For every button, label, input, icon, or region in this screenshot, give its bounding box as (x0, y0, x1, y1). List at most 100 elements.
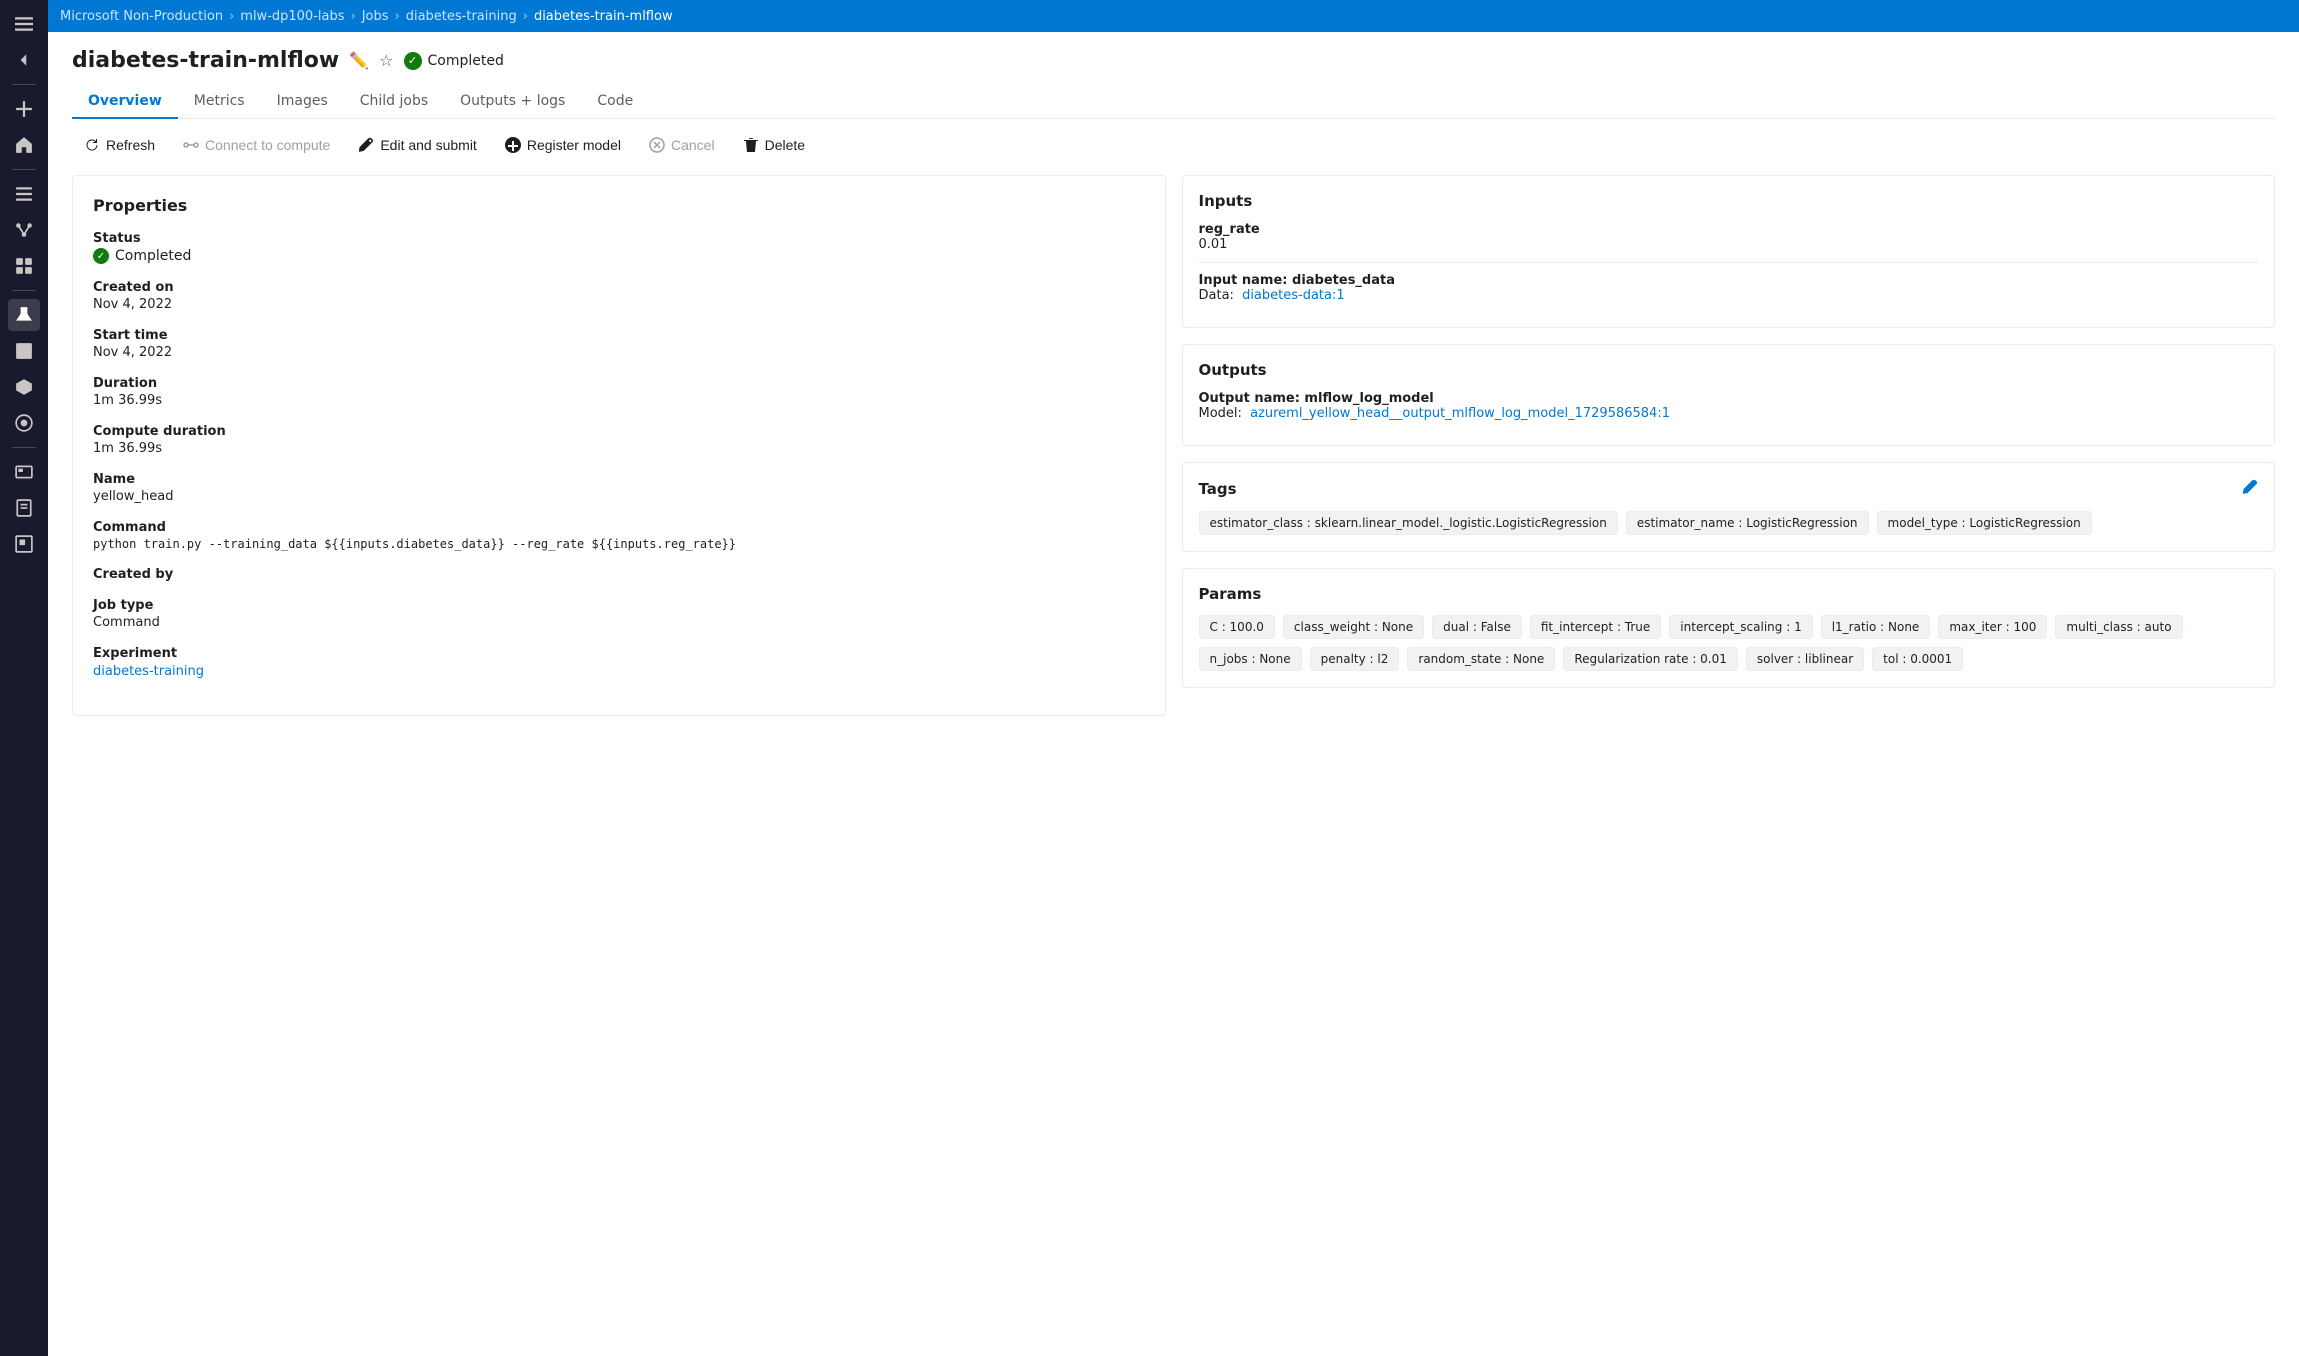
sidebar-divider-3 (12, 290, 36, 291)
prop-command-value: python train.py --training_data ${{input… (93, 537, 1145, 551)
tag-item: model_type : LogisticRegression (1877, 511, 2092, 535)
tags-title: Tags (1199, 479, 2259, 499)
param-item: class_weight : None (1283, 615, 1424, 639)
breadcrumb-item-current: diabetes-train-mlflow (534, 9, 673, 24)
breadcrumb-item-jobs[interactable]: Jobs (362, 9, 389, 24)
params-container: C : 100.0class_weight : Nonedual : False… (1199, 615, 2259, 671)
prop-start-time-value: Nov 4, 2022 (93, 345, 1145, 360)
input-name-row: Input name: diabetes_data Data: diabetes… (1199, 273, 2259, 303)
sidebar-divider-4 (12, 447, 36, 448)
tags-container: estimator_class : sklearn.linear_model._… (1199, 511, 2259, 535)
prop-created-on: Created on Nov 4, 2022 (93, 280, 1145, 312)
connect-icon (183, 137, 199, 153)
register-icon (505, 137, 521, 153)
output-name-row: Output name: mlflow_log_model Model: azu… (1199, 391, 2259, 421)
prop-created-by-label: Created by (93, 567, 1145, 582)
refresh-button[interactable]: Refresh (72, 131, 167, 159)
tab-outputs-logs[interactable]: Outputs + logs (444, 85, 581, 119)
param-item: Regularization rate : 0.01 (1563, 647, 1738, 671)
delete-button[interactable]: Delete (731, 131, 817, 159)
prop-name-value: yellow_head (93, 489, 1145, 504)
prop-job-type-value: Command (93, 615, 1145, 630)
back-icon[interactable] (8, 44, 40, 76)
experiments-icon[interactable] (8, 299, 40, 331)
prop-compute-duration: Compute duration 1m 36.99s (93, 424, 1145, 456)
page-title-row: diabetes-train-mlflow ✏️ ☆ Completed (72, 48, 2275, 73)
notebook-icon[interactable] (8, 492, 40, 524)
prop-name-label: Name (93, 472, 1145, 487)
overview-layout: Properties Status Completed Created on N… (72, 175, 2275, 716)
tab-child-jobs[interactable]: Child jobs (344, 85, 444, 119)
cancel-icon (649, 137, 665, 153)
prop-compute-duration-label: Compute duration (93, 424, 1145, 439)
param-item: dual : False (1432, 615, 1522, 639)
param-item: solver : liblinear (1746, 647, 1864, 671)
prop-status-value: Completed (93, 248, 1145, 264)
page-title: diabetes-train-mlflow (72, 48, 339, 73)
connect-compute-button[interactable]: Connect to compute (171, 131, 342, 159)
refresh-icon (84, 137, 100, 153)
components-icon[interactable] (8, 250, 40, 282)
outputs-title: Outputs (1199, 361, 2259, 379)
param-item: max_iter : 100 (1938, 615, 2047, 639)
breadcrumb-item-workspace[interactable]: mlw-dp100-labs (240, 9, 344, 24)
status-badge: Completed (404, 52, 504, 70)
breadcrumb-sep-4: › (523, 9, 528, 24)
input-name-label: Input name: diabetes_data (1199, 273, 2259, 288)
cancel-button[interactable]: Cancel (637, 131, 727, 159)
reg-rate-row: reg_rate 0.01 (1199, 222, 2259, 252)
prop-created-on-value: Nov 4, 2022 (93, 297, 1145, 312)
breadcrumb: Microsoft Non-Production › mlw-dp100-lab… (60, 9, 673, 24)
param-item: l1_ratio : None (1821, 615, 1931, 639)
prop-status-text: Completed (115, 248, 191, 264)
inputs-separator (1199, 262, 2259, 263)
param-item: random_state : None (1407, 647, 1555, 671)
edit-submit-button[interactable]: Edit and submit (346, 131, 489, 159)
compute-icon[interactable] (8, 456, 40, 488)
edit-title-icon[interactable]: ✏️ (349, 51, 369, 70)
prop-name: Name yellow_head (93, 472, 1145, 504)
right-panel: Inputs reg_rate 0.01 Input name: diabete… (1182, 175, 2276, 688)
external-link-icon[interactable] (8, 528, 40, 560)
tag-item: estimator_name : LogisticRegression (1626, 511, 1869, 535)
properties-title: Properties (93, 196, 1145, 215)
tags-edit-icon[interactable] (2242, 479, 2258, 499)
jobs-icon[interactable] (8, 178, 40, 210)
prop-job-type-label: Job type (93, 598, 1145, 613)
prop-command-label: Command (93, 520, 1145, 535)
endpoints-icon[interactable] (8, 407, 40, 439)
prop-experiment-label: Experiment (93, 646, 1145, 661)
outputs-card: Outputs Output name: mlflow_log_model Mo… (1182, 344, 2276, 446)
prop-start-time: Start time Nov 4, 2022 (93, 328, 1145, 360)
tab-images[interactable]: Images (261, 85, 344, 119)
prop-experiment: Experiment diabetes-training (93, 646, 1145, 679)
register-model-button[interactable]: Register model (493, 131, 633, 159)
reg-rate-value: 0.01 (1199, 237, 2259, 252)
add-icon[interactable] (8, 93, 40, 125)
output-name-label: Output name: mlflow_log_model (1199, 391, 2259, 406)
home-icon[interactable] (8, 129, 40, 161)
reg-rate-label: reg_rate (1199, 222, 2259, 237)
tab-overview[interactable]: Overview (72, 85, 178, 119)
models-icon[interactable] (8, 371, 40, 403)
datasets-icon[interactable] (8, 335, 40, 367)
tab-code[interactable]: Code (581, 85, 649, 119)
favorite-icon[interactable]: ☆ (379, 51, 393, 70)
menu-icon[interactable] (8, 8, 40, 40)
prop-compute-duration-value: 1m 36.99s (93, 441, 1145, 456)
breadcrumb-item-tenant[interactable]: Microsoft Non-Production (60, 9, 223, 24)
pipelines-icon[interactable] (8, 214, 40, 246)
param-item: fit_intercept : True (1530, 615, 1661, 639)
breadcrumb-item-experiment[interactable]: diabetes-training (406, 9, 517, 24)
tab-metrics[interactable]: Metrics (178, 85, 261, 119)
breadcrumb-sep-3: › (395, 9, 400, 24)
params-title: Params (1199, 585, 2259, 603)
properties-card: Properties Status Completed Created on N… (72, 175, 1166, 716)
prop-status-label: Status (93, 231, 1145, 246)
data-link[interactable]: diabetes-data:1 (1242, 288, 1345, 303)
prop-experiment-value[interactable]: diabetes-training (93, 664, 204, 679)
model-link[interactable]: azureml_yellow_head__output_mlflow_log_m… (1250, 406, 1670, 421)
tags-card: Tags estimator_class : sklearn.linear_mo… (1182, 462, 2276, 552)
delete-icon (743, 137, 759, 153)
sidebar-divider-2 (12, 169, 36, 170)
